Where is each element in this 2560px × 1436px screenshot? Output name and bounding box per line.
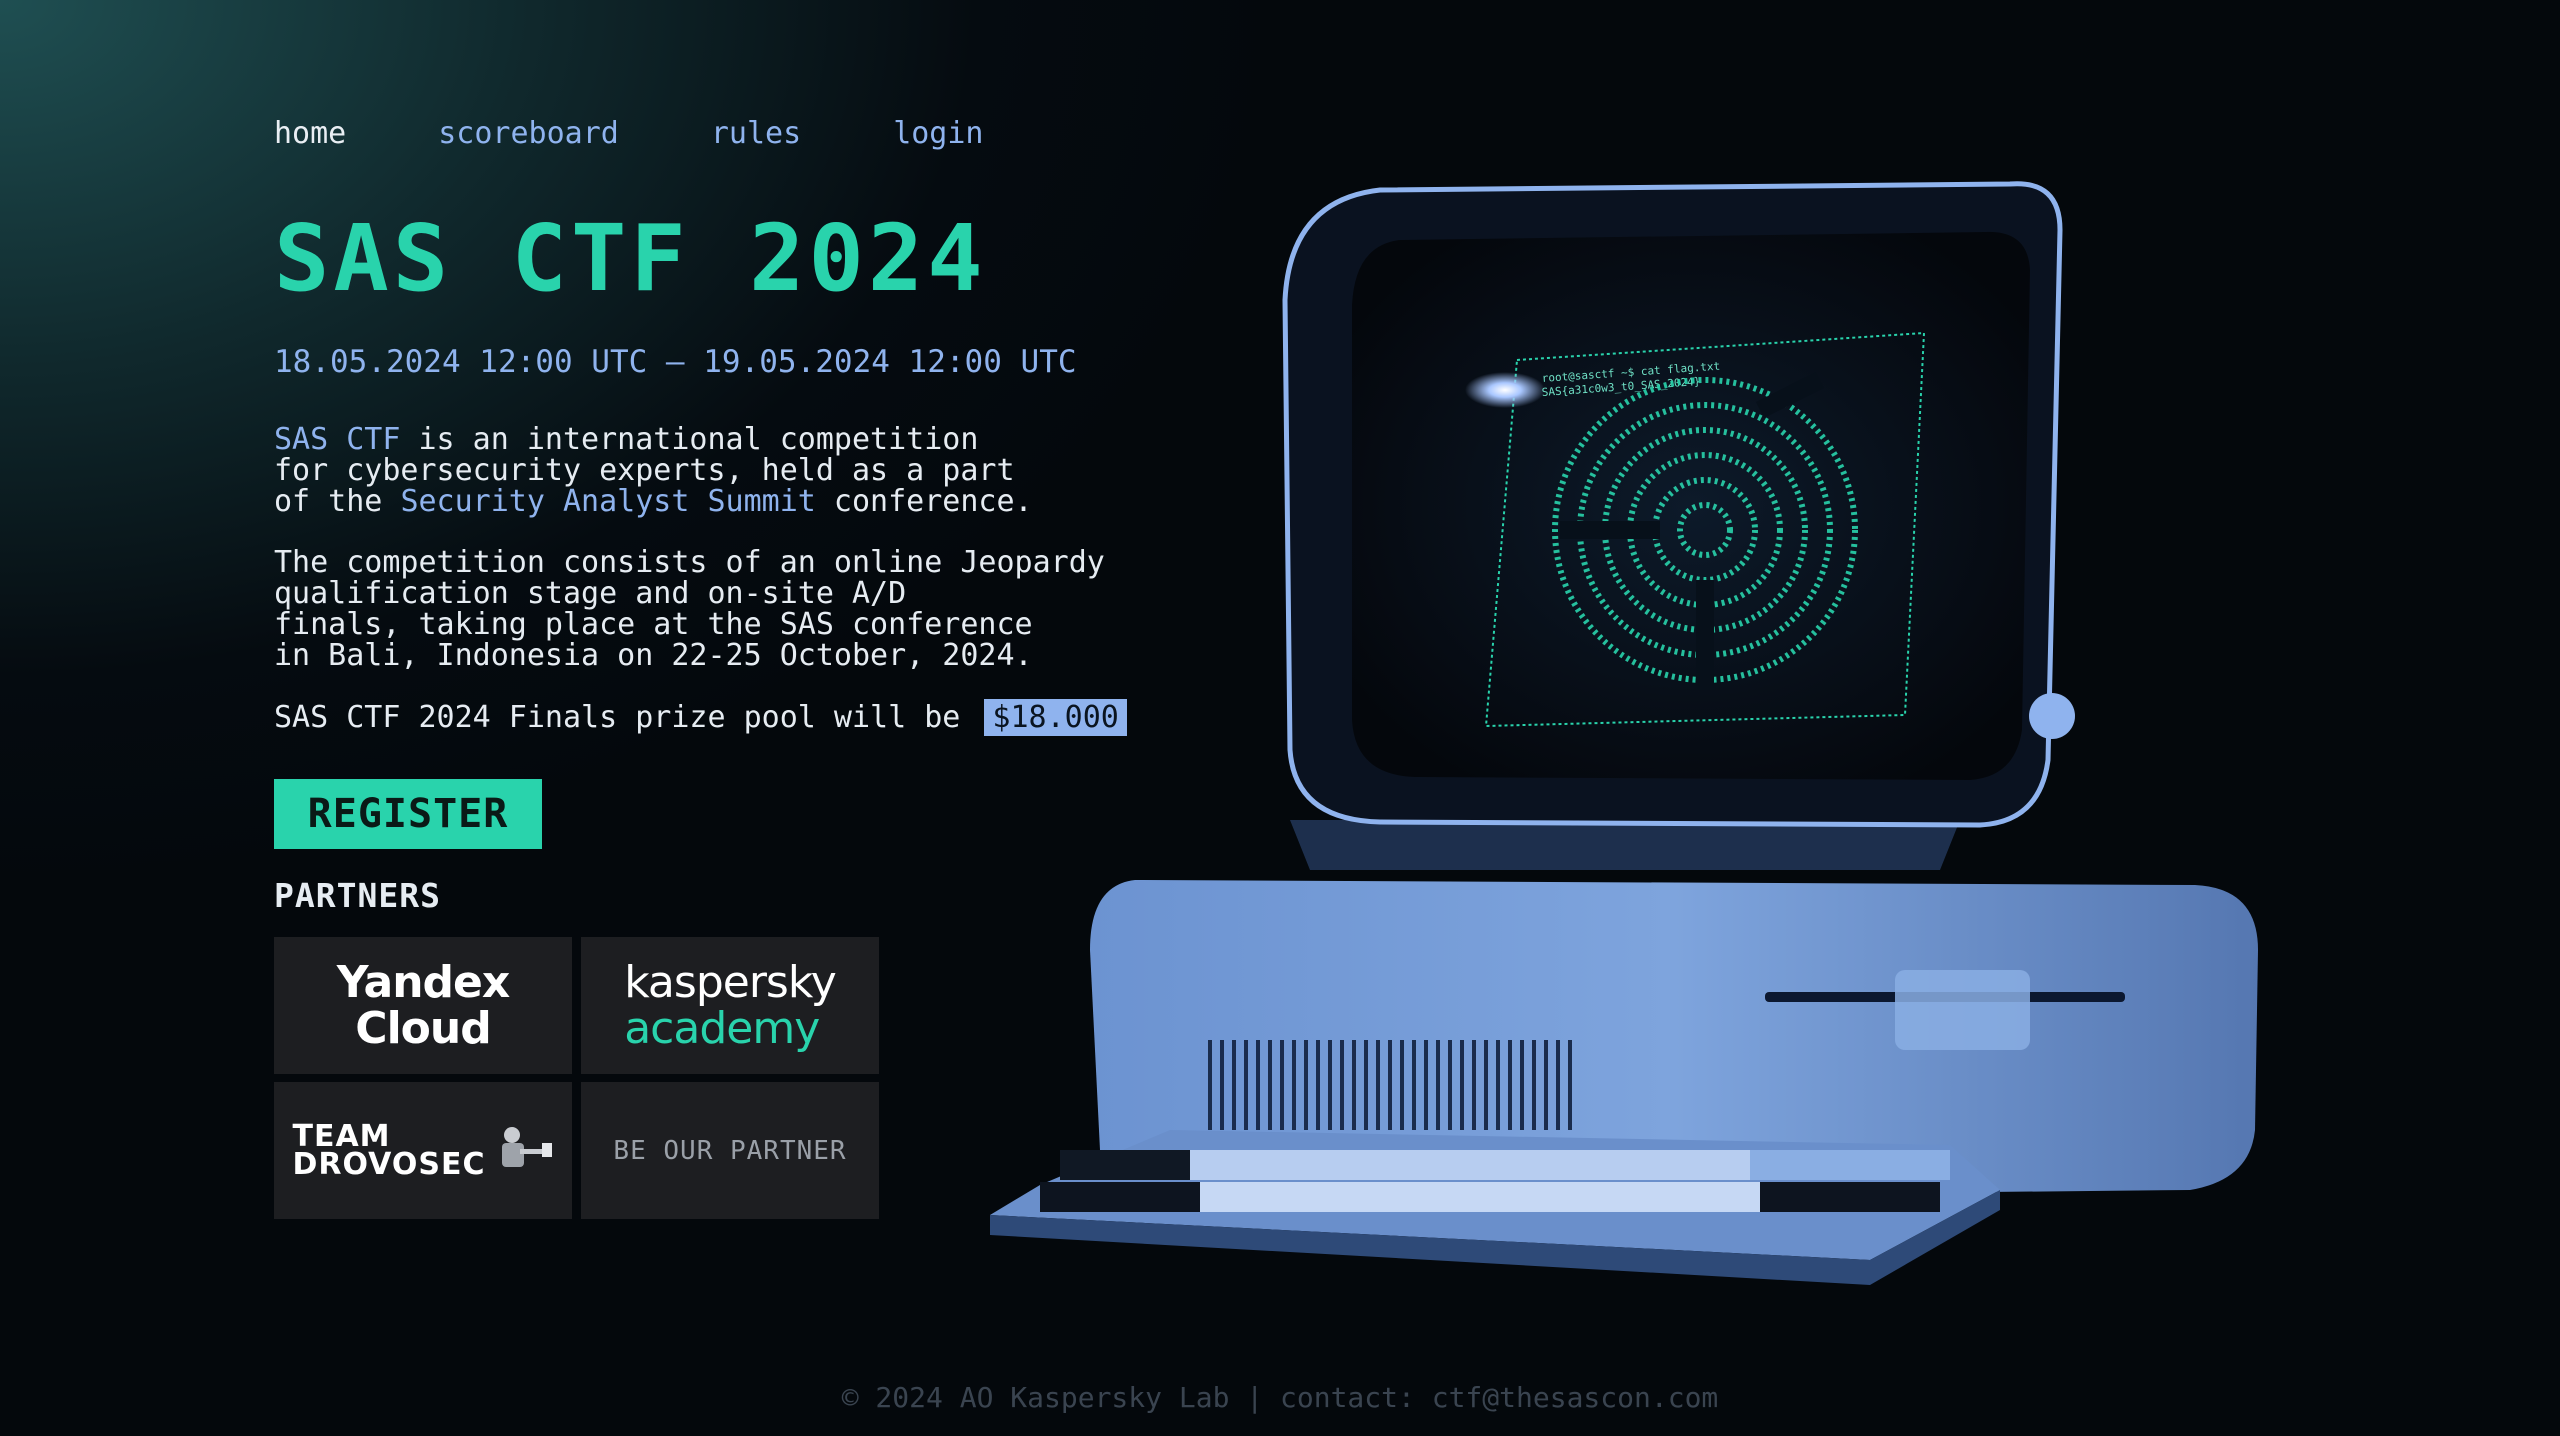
team-drovosec-logo: TEAM DROVOSEC (292, 1118, 553, 1182)
partner-yandex-cloud[interactable]: Yandex Cloud (274, 937, 572, 1074)
academy-word: academy (624, 1002, 820, 1054)
woodcutter-icon (501, 1126, 552, 1167)
retro-computer-image: root@sasctf ~$ cat flag.txt SAS{a31c0w3_… (990, 181, 2258, 1285)
be-our-partner-tile[interactable]: BE OUR PARTNER (581, 1082, 879, 1219)
partner-kaspersky-academy[interactable]: kaspersky academy (581, 937, 879, 1074)
security-analyst-summit-link[interactable]: Security Analyst Summit (400, 484, 815, 519)
monitor-stand (1290, 820, 1960, 870)
be-our-partner-label: BE OUR PARTNER (613, 1135, 847, 1166)
page-title: SAS CTF 2024 (274, 205, 987, 312)
kaspersky-academy-logo: kaspersky academy (624, 956, 837, 1054)
crt-screen (1352, 231, 2030, 780)
nav-home[interactable]: home (274, 116, 346, 151)
footer: © 2024 AO Kaspersky Lab | contact: ctf@t… (841, 1381, 1719, 1414)
nav-rules[interactable]: rules (711, 116, 801, 151)
nav-login[interactable]: login (893, 116, 983, 151)
screen-glare (1465, 372, 1545, 408)
partners-heading: PARTNERS (274, 876, 441, 915)
register-button[interactable]: REGISTER (274, 779, 542, 849)
prize-text: SAS CTF 2024 Finals prize pool will be (274, 700, 979, 735)
yandex-cloud-logo: Yandex Cloud (336, 956, 511, 1054)
floppy-door (1895, 970, 2030, 1050)
drovosec-word: TEAM DROVOSEC (292, 1118, 486, 1182)
event-dates: 18.05.2024 12:00 UTC — 19.05.2024 12:00 … (274, 344, 1077, 380)
main-nav: home scoreboard rules login (274, 116, 984, 151)
nav-scoreboard[interactable]: scoreboard (438, 116, 619, 151)
power-button-icon (2029, 693, 2075, 739)
sas-ctf-highlight: SAS CTF (274, 422, 401, 457)
partner-team-drovosec[interactable]: TEAM DROVOSEC (274, 1082, 572, 1219)
intro-paragraph: SAS CTF is an international competition … (274, 424, 1033, 517)
kaspersky-word: kaspersky (624, 956, 837, 1008)
